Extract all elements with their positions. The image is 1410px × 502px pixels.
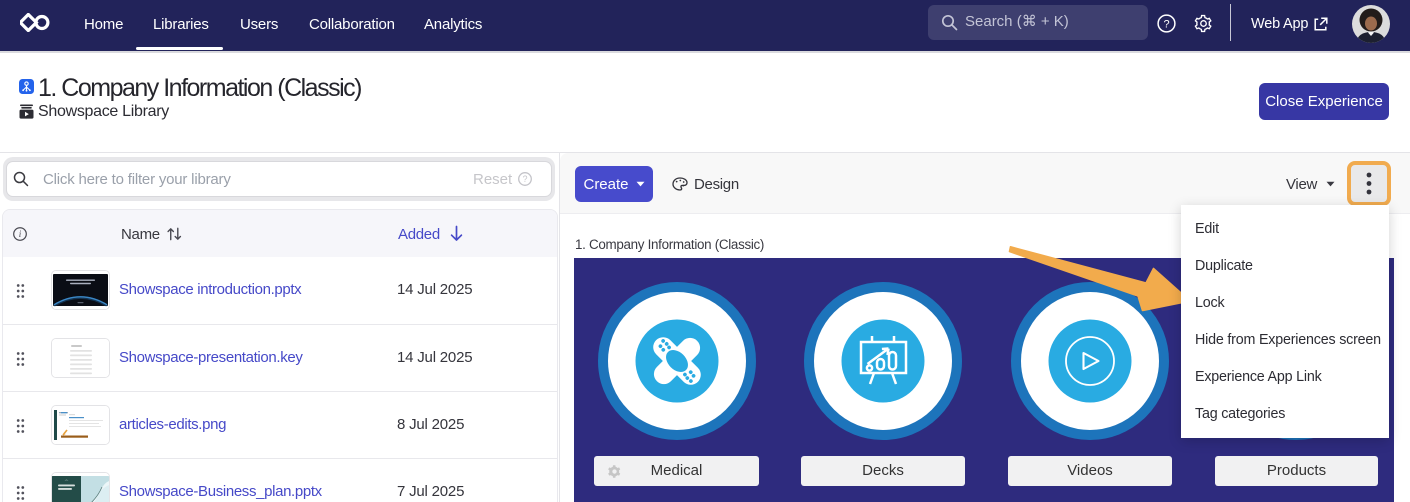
svg-text:i: i — [19, 229, 22, 239]
svg-text:?: ? — [1163, 19, 1169, 31]
svg-text:?: ? — [523, 174, 528, 184]
